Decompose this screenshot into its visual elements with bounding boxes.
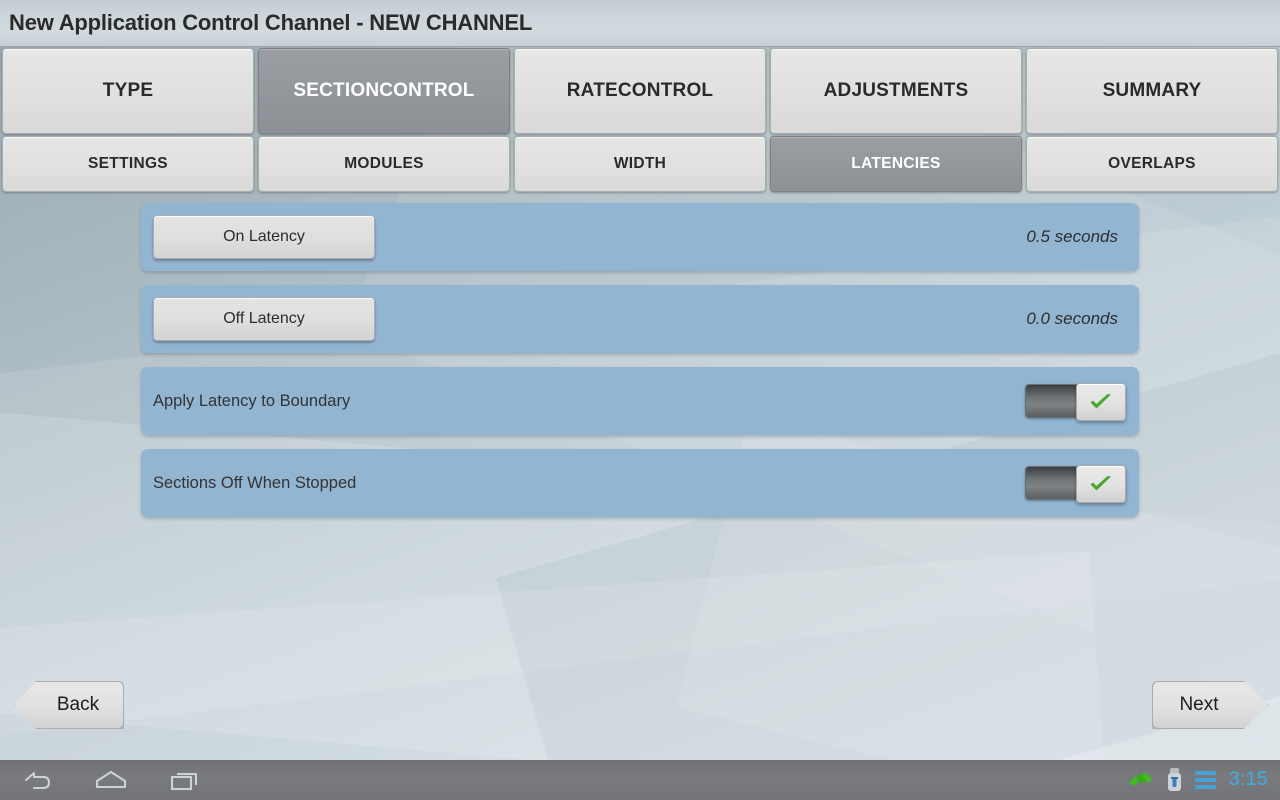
recent-apps-icon[interactable]	[170, 769, 202, 791]
tab-label: SUMMARY	[1102, 80, 1202, 102]
apply-latency-to-boundary-label: Apply Latency to Boundary	[153, 391, 351, 410]
tab-label: LATENCIES	[851, 155, 941, 173]
tab-adjustments[interactable]: ADJUSTMENTS	[770, 48, 1022, 134]
tab-rate-control[interactable]: RATE CONTROL	[514, 48, 766, 134]
subtab-overlaps[interactable]: OVERLAPS	[1026, 136, 1278, 192]
checkmark-icon	[1090, 394, 1111, 409]
menu-icon[interactable]	[1195, 771, 1217, 789]
tab-summary[interactable]: SUMMARY	[1026, 48, 1278, 134]
setting-row-on-latency: On Latency 0.5 seconds	[141, 203, 1139, 271]
setting-row-sections-off-when-stopped: Sections Off When Stopped	[141, 449, 1139, 517]
gps-satellite-icon	[1129, 772, 1153, 786]
page-title: New Application Control Channel - NEW CH…	[9, 10, 533, 35]
sections-off-when-stopped-label: Sections Off When Stopped	[153, 473, 357, 492]
tab-label: SECTION	[293, 80, 380, 102]
button-label: Off Latency	[223, 310, 305, 327]
tab-label: ADJUSTMENTS	[823, 80, 969, 102]
android-status-tray: 3:15	[1128, 768, 1280, 792]
back-button[interactable]: Back	[14, 681, 124, 729]
back-button-label: Back	[56, 694, 100, 715]
tab-label: CONTROL	[617, 80, 714, 102]
usb-drive-icon	[1168, 768, 1182, 791]
tab-label: CONTROL	[379, 80, 475, 102]
home-icon[interactable]	[94, 769, 128, 791]
android-nav-group	[0, 769, 202, 791]
system-clock: 3:15	[1229, 769, 1268, 790]
tab-label: RATE	[566, 80, 618, 102]
off-latency-button[interactable]: Off Latency	[153, 297, 375, 341]
application-window: New Application Control Channel - NEW CH…	[0, 0, 1280, 800]
back-arrow-icon[interactable]	[22, 769, 52, 791]
subtab-settings[interactable]: SETTINGS	[2, 136, 254, 192]
toggle-knob	[1076, 465, 1126, 503]
apply-latency-to-boundary-toggle[interactable]	[1025, 383, 1126, 421]
off-latency-value: 0.0 seconds	[1026, 309, 1118, 328]
title-bar: New Application Control Channel - NEW CH…	[0, 0, 1280, 47]
settings-list: On Latency 0.5 seconds Off Latency 0.0 seco…	[141, 203, 1139, 531]
next-button-label: Next	[1179, 694, 1219, 715]
tab-label: WIDTH	[613, 155, 667, 173]
checkmark-icon	[1090, 476, 1111, 491]
tab-label: MODULES	[344, 155, 424, 173]
sections-off-when-stopped-toggle[interactable]	[1025, 465, 1126, 503]
tab-label: OVERLAPS	[1108, 155, 1196, 173]
next-button[interactable]: Next	[1152, 681, 1268, 729]
setting-row-off-latency: Off Latency 0.0 seconds	[141, 285, 1139, 353]
tab-label: TYPE	[102, 80, 154, 102]
subtab-width[interactable]: WIDTH	[514, 136, 766, 192]
setting-row-apply-latency-to-boundary: Apply Latency to Boundary	[141, 367, 1139, 435]
on-latency-value: 0.5 seconds	[1026, 227, 1118, 246]
toggle-knob	[1076, 383, 1126, 421]
subtab-latencies[interactable]: LATENCIES	[770, 136, 1022, 192]
subtab-modules[interactable]: MODULES	[258, 136, 510, 192]
button-label: On Latency	[223, 228, 305, 245]
on-latency-button[interactable]: On Latency	[153, 215, 375, 259]
tab-label: SETTINGS	[88, 155, 168, 173]
tab-type[interactable]: TYPE	[2, 48, 254, 134]
secondary-tab-bar: SETTINGS MODULES WIDTH LATENCIES OVERLAPS	[0, 136, 1280, 192]
primary-tab-bar: TYPE SECTION CONTROL RATE CONTROL ADJUSTMENTS…	[0, 48, 1280, 134]
android-system-bar: 3:15	[0, 760, 1280, 800]
tab-section-control[interactable]: SECTION CONTROL	[258, 48, 510, 134]
